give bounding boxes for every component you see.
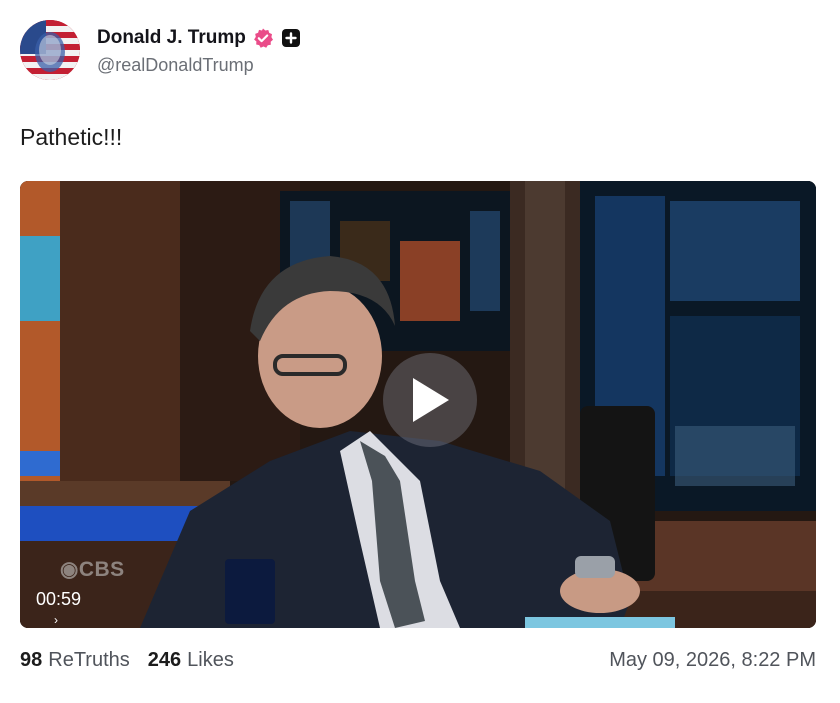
retruths-count: 98: [20, 648, 43, 671]
chevron-right-icon[interactable]: ›: [54, 613, 58, 627]
post-header: Donald J. Trump @realDonaldTrump: [20, 20, 302, 82]
author-handle[interactable]: @realDonaldTrump: [97, 55, 302, 76]
verified-badge-icon: [252, 27, 274, 49]
play-icon: [413, 378, 449, 422]
post-text: Pathetic!!!: [20, 124, 123, 150]
avatar[interactable]: [20, 20, 80, 80]
video-duration: 00:59: [36, 589, 82, 609]
cbs-logo-icon: ◉: [60, 558, 79, 581]
post-stats: 98 ReTruths 246 Likes May 09, 2026, 8:22…: [20, 645, 816, 675]
play-button[interactable]: [383, 353, 477, 447]
retruths-label: ReTruths: [48, 648, 130, 671]
likes-count: 246: [147, 648, 182, 671]
author-name[interactable]: Donald J. Trump: [97, 27, 246, 49]
cbs-watermark: ◉CBS: [60, 558, 125, 581]
video-player[interactable]: ◉CBS 00:59 ›: [20, 181, 816, 628]
likes-label: Likes: [187, 648, 234, 671]
plus-square-icon: [280, 27, 302, 49]
post-timestamp[interactable]: May 09, 2026, 8:22 PM: [609, 649, 816, 672]
truth-post: Donald J. Trump @realDonaldTrump Patheti…: [0, 0, 840, 703]
retruths-stat[interactable]: 98 ReTruths: [20, 649, 130, 672]
likes-stat[interactable]: 246 Likes: [148, 649, 234, 672]
